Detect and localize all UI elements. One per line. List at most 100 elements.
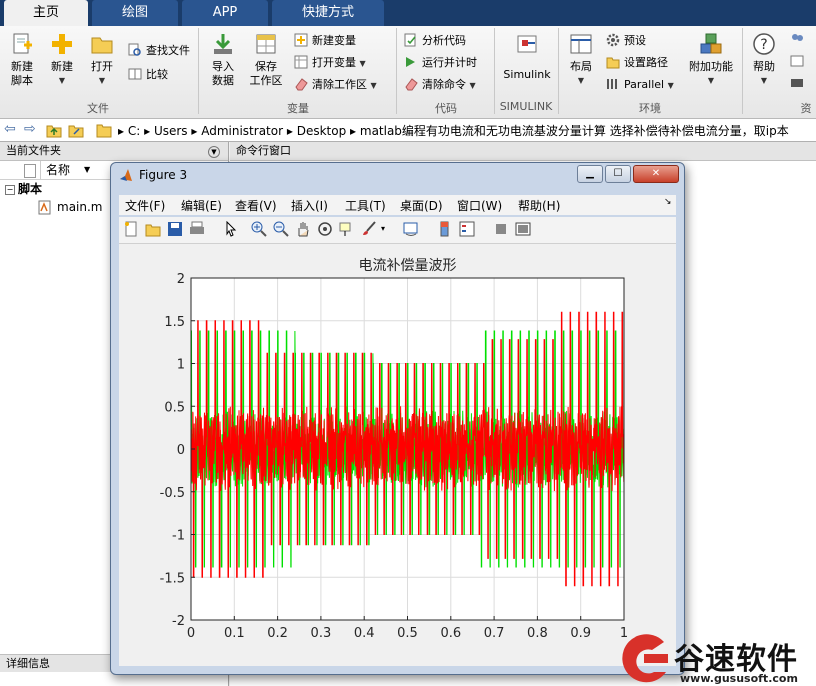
parallel-dropdown-arrow[interactable]: ▼ [668, 81, 674, 90]
clear-workspace-label: 清除工作区 [312, 78, 367, 91]
new-button[interactable]: 新建 ▼ [44, 32, 80, 88]
rotate-3d-icon[interactable] [317, 221, 333, 237]
help-button[interactable]: ? 帮助 ▼ [746, 32, 782, 88]
sort-arrow-icon[interactable]: ▼ [84, 161, 90, 179]
name-column-header[interactable]: 名称 [46, 161, 70, 179]
addons-dropdown-arrow[interactable]: ▼ [686, 74, 736, 88]
tab-shortcuts[interactable]: 快捷方式 [272, 0, 384, 26]
import-data-button[interactable]: 导入 数据 [204, 32, 242, 88]
print-icon[interactable] [189, 221, 205, 237]
forward-arrow-icon[interactable]: ⇨ [24, 121, 36, 137]
legend-icon[interactable] [459, 221, 475, 237]
layout-button[interactable]: 布局 ▼ [564, 32, 598, 88]
figure-canvas[interactable]: 0 0.1 0.2 0.3 0.4 0.5 0.6 0.7 0.8 0.9 1 2 1.5 1 0.5 0 -0… [119, 244, 676, 666]
up-folder-icon[interactable] [46, 122, 62, 141]
y-tick-label: -0.5 [160, 486, 185, 501]
analyze-code-label: 分析代码 [422, 34, 466, 47]
colorbar-icon[interactable] [437, 221, 453, 237]
menu-view[interactable]: 查看(V) [235, 197, 277, 214]
tab-home[interactable]: 主页 [4, 0, 88, 26]
collapse-toggle-icon[interactable]: − [5, 185, 15, 195]
compare-button[interactable]: 比较 [128, 66, 168, 84]
menubar-dock-arrow-icon[interactable]: ↘ [664, 197, 672, 207]
menu-edit[interactable]: 编辑(E) [181, 197, 222, 214]
layout-dropdown-arrow[interactable]: ▼ [564, 74, 598, 88]
compare-icon [128, 67, 142, 81]
y-tick-label: 0 [177, 443, 185, 458]
data-cursor-icon[interactable] [339, 221, 355, 237]
open-file-icon[interactable] [145, 221, 161, 237]
parallel-button[interactable]: Parallel ▼ [606, 76, 674, 94]
new-figure-icon[interactable] [123, 221, 139, 237]
new-script-button[interactable]: 新建 脚本 [4, 32, 40, 88]
axes-chart[interactable]: 0 0.1 0.2 0.3 0.4 0.5 0.6 0.7 0.8 0.9 121.510.50-0… [119, 244, 676, 666]
clear-commands-label: 清除命令 [422, 78, 466, 91]
menu-file[interactable]: 文件(F) [125, 197, 165, 214]
tab-apps[interactable]: APP [182, 0, 268, 26]
new-dropdown-arrow[interactable]: ▼ [44, 74, 80, 88]
file-label: main.m [57, 200, 103, 214]
zoom-out-icon[interactable] [273, 221, 289, 237]
addons-button[interactable]: 附加功能 ▼ [686, 32, 736, 88]
breadcrumb-segment[interactable]: Users [154, 124, 188, 138]
simulink-button[interactable]: Simulink [500, 32, 554, 82]
figure-window[interactable]: Figure 3 ▁ ☐ ✕ 文件(F) 编辑(E) 查看(V) 插入(I) 工… [110, 162, 685, 675]
maximize-button[interactable]: ☐ [605, 165, 631, 183]
breadcrumb-separator: ▸ [191, 124, 202, 138]
x-tick-label: 0.3 [311, 626, 332, 641]
breadcrumb-segment[interactable]: matlab编程有功电流和无功电流基波分量计算 选择补偿待补偿电流分量，取ip本 [360, 124, 789, 138]
brush-icon[interactable] [361, 221, 377, 237]
back-arrow-icon[interactable]: ⇦ [4, 121, 16, 137]
folder-icon [96, 122, 112, 141]
set-path-label: 设置路径 [624, 56, 668, 69]
address-bar: ⇦ ⇨ ▸ C: ▸ Users ▸ Administrator ▸ Deskt… [0, 119, 816, 142]
minimize-button[interactable]: ▁ [577, 165, 603, 183]
maximize-icon: ☐ [613, 168, 623, 179]
clear-workspace-button[interactable]: 清除工作区 ▼ [294, 76, 377, 94]
help-dropdown-arrow[interactable]: ▼ [746, 74, 782, 88]
clear-commands-button[interactable]: 清除命令 ▼ [404, 76, 476, 94]
open-button[interactable]: 打开 ▼ [84, 32, 120, 88]
menu-window[interactable]: 窗口(W) [457, 197, 502, 214]
breadcrumb-separator: ▸ [286, 124, 297, 138]
set-path-button[interactable]: 设置路径 [606, 54, 668, 72]
breadcrumb-segment[interactable]: C: [128, 124, 140, 138]
addons-label: 附加功能 [689, 60, 733, 73]
save-icon[interactable] [167, 221, 183, 237]
breadcrumb-separator: ▸ [144, 124, 154, 138]
learn-icon[interactable] [790, 76, 804, 94]
clear-commands-dropdown-arrow[interactable]: ▼ [470, 81, 476, 90]
open-dropdown-arrow[interactable]: ▼ [84, 74, 120, 88]
figure-titlebar[interactable]: Figure 3 ▁ ☐ ✕ [111, 163, 684, 189]
menu-help[interactable]: 帮助(H) [518, 197, 560, 214]
clear-commands-icon [404, 77, 418, 91]
link-plot-icon[interactable] [403, 221, 419, 237]
menu-desktop[interactable]: 桌面(D) [400, 197, 443, 214]
save-workspace-button[interactable]: 保存 工作区 [246, 32, 286, 88]
menu-insert[interactable]: 插入(I) [291, 197, 328, 214]
new-variable-button[interactable]: 新建变量 [294, 32, 356, 50]
menu-tools[interactable]: 工具(T) [345, 197, 386, 214]
run-and-time-button[interactable]: 运行并计时 [404, 54, 477, 72]
zoom-in-icon[interactable] [251, 221, 267, 237]
preferences-button[interactable]: 预设 [606, 32, 646, 50]
group-environment-label: 环境 [639, 102, 661, 115]
breadcrumb-segment[interactable]: Administrator [201, 124, 283, 138]
tab-plots[interactable]: 绘图 [92, 0, 178, 26]
pointer-icon[interactable] [223, 220, 239, 237]
panel-menu-icon[interactable]: ▼ [208, 146, 220, 158]
hide-plot-tools-icon[interactable] [493, 221, 509, 237]
request-support-icon[interactable] [790, 54, 804, 72]
find-files-button[interactable]: 查找文件 [128, 42, 190, 60]
close-button[interactable]: ✕ [633, 165, 679, 183]
open-variable-dropdown-arrow[interactable]: ▼ [360, 59, 366, 68]
breadcrumb-segment[interactable]: Desktop [297, 124, 347, 138]
brush-dropdown-arrow[interactable]: ▾ [381, 221, 397, 237]
show-plot-tools-icon[interactable] [515, 221, 531, 237]
open-variable-button[interactable]: 打开变量 ▼ [294, 54, 366, 72]
browse-folder-icon[interactable] [68, 122, 84, 141]
community-icon[interactable] [790, 32, 804, 50]
pan-hand-icon[interactable] [295, 221, 311, 237]
clear-workspace-dropdown-arrow[interactable]: ▼ [371, 81, 377, 90]
analyze-code-button[interactable]: 分析代码 [404, 32, 466, 50]
